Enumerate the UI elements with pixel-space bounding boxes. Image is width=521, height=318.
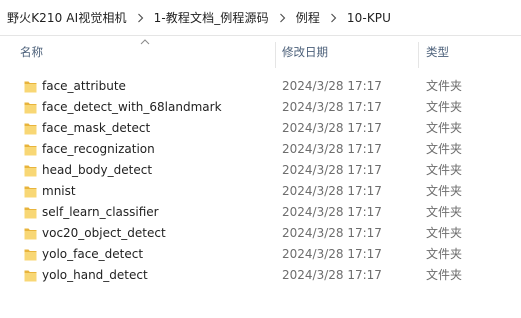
file-name[interactable]: self_learn_classifier (42, 202, 159, 223)
list-item[interactable]: self_learn_classifier 2024/3/28 17:17 文件夹 (0, 202, 521, 223)
file-modified-date: 2024/3/28 17:17 (282, 184, 382, 198)
folder-icon (24, 247, 37, 262)
file-modified-date: 2024/3/28 17:17 (282, 268, 382, 282)
file-modified-date: 2024/3/28 17:17 (282, 142, 382, 156)
file-name[interactable]: head_body_detect (42, 160, 152, 181)
file-type: 文件夹 (426, 79, 463, 93)
breadcrumb-item-root[interactable]: 野火K210 AI视觉相机 (5, 6, 129, 29)
breadcrumb-item-docs[interactable]: 1-教程文档_例程源码 (152, 6, 271, 29)
list-item[interactable]: face_attribute 2024/3/28 17:17 文件夹 (0, 76, 521, 97)
file-name[interactable]: face_attribute (42, 76, 126, 97)
file-modified-date: 2024/3/28 17:17 (282, 79, 382, 93)
list-item[interactable]: yolo_hand_detect 2024/3/28 17:17 文件夹 (0, 265, 521, 286)
list-item[interactable]: voc20_object_detect 2024/3/28 17:17 文件夹 (0, 223, 521, 244)
file-modified-date: 2024/3/28 17:17 (282, 226, 382, 240)
file-modified-date: 2024/3/28 17:17 (282, 100, 382, 114)
file-type: 文件夹 (426, 121, 463, 135)
list-item[interactable]: yolo_face_detect 2024/3/28 17:17 文件夹 (0, 244, 521, 265)
folder-icon (24, 121, 37, 136)
folder-icon (24, 100, 37, 115)
file-modified-date: 2024/3/28 17:17 (282, 247, 382, 261)
file-name[interactable]: face_recognization (42, 139, 155, 160)
file-modified-date: 2024/3/28 17:17 (282, 205, 382, 219)
file-explorer-window: 野火K210 AI视觉相机 1-教程文档_例程源码 例程 10-KPU 名称 修… (0, 0, 521, 318)
folder-icon (24, 226, 37, 241)
file-name[interactable]: yolo_hand_detect (42, 265, 148, 286)
folder-icon (24, 163, 37, 178)
column-header: 名称 修改日期 类型 (0, 36, 521, 68)
column-header-name[interactable]: 名称 (20, 36, 274, 68)
file-modified-date: 2024/3/28 17:17 (282, 163, 382, 177)
file-name[interactable]: voc20_object_detect (42, 223, 166, 244)
chevron-right-icon[interactable] (322, 13, 345, 23)
file-name[interactable]: yolo_face_detect (42, 244, 143, 265)
list-item[interactable]: face_detect_with_68landmark 2024/3/28 17:… (0, 97, 521, 118)
file-type: 文件夹 (426, 163, 463, 177)
file-name[interactable]: face_detect_with_68landmark (42, 97, 222, 118)
file-type: 文件夹 (426, 142, 463, 156)
breadcrumb-item-examples[interactable]: 例程 (294, 6, 322, 29)
column-divider[interactable] (418, 42, 419, 68)
column-header-type[interactable]: 类型 (426, 36, 521, 68)
file-modified-date: 2024/3/28 17:17 (282, 121, 382, 135)
file-type: 文件夹 (426, 184, 463, 198)
chevron-right-icon[interactable] (271, 13, 294, 23)
column-header-date[interactable]: 修改日期 (282, 36, 416, 68)
file-name[interactable]: mnist (42, 181, 76, 202)
list-item[interactable]: mnist 2024/3/28 17:17 文件夹 (0, 181, 521, 202)
file-list: face_attribute 2024/3/28 17:17 文件夹 face_det… (0, 76, 521, 286)
folder-icon (24, 79, 37, 94)
file-type: 文件夹 (426, 226, 463, 240)
folder-icon (24, 205, 37, 220)
folder-icon (24, 268, 37, 283)
file-type: 文件夹 (426, 205, 463, 219)
breadcrumb-item-current[interactable]: 10-KPU (345, 8, 393, 28)
file-type: 文件夹 (426, 100, 463, 114)
file-type: 文件夹 (426, 247, 463, 261)
folder-icon (24, 184, 37, 199)
list-item[interactable]: face_mask_detect 2024/3/28 17:17 文件夹 (0, 118, 521, 139)
folder-icon (24, 142, 37, 157)
file-type: 文件夹 (426, 268, 463, 282)
list-item[interactable]: head_body_detect 2024/3/28 17:17 文件夹 (0, 160, 521, 181)
chevron-right-icon[interactable] (129, 13, 152, 23)
list-item[interactable]: face_recognization 2024/3/28 17:17 文件夹 (0, 139, 521, 160)
breadcrumb: 野火K210 AI视觉相机 1-教程文档_例程源码 例程 10-KPU (0, 0, 521, 36)
file-name[interactable]: face_mask_detect (42, 118, 150, 139)
column-divider[interactable] (275, 42, 276, 68)
